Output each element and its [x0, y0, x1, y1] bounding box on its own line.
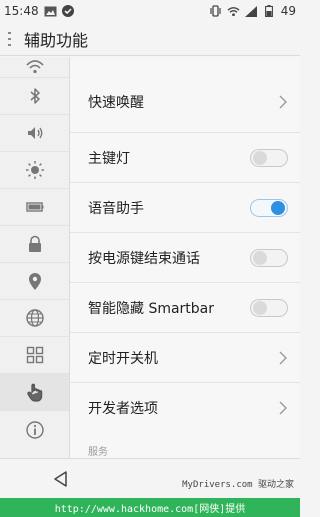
watermark-mydrivers: MyDrivers.com 驱动之家	[182, 480, 294, 490]
chevron-right-icon	[279, 401, 287, 415]
wifi-icon	[25, 60, 44, 74]
section-header-services: 服务	[88, 447, 108, 458]
sound-icon	[27, 127, 42, 139]
battery-icon	[25, 202, 43, 212]
smartbar-autohide-toggle[interactable]	[250, 298, 288, 317]
sidebar-item-location[interactable]	[0, 263, 69, 300]
page-title: 辅助功能	[24, 30, 89, 50]
sidebar-item-accessibility[interactable]	[0, 374, 69, 411]
row-power-end-call: 按电源键结束通话	[70, 233, 300, 283]
lock-icon	[28, 235, 41, 252]
drawer-handle-icon[interactable]	[6, 30, 20, 48]
sidebar-item-sound[interactable]	[0, 115, 69, 152]
sidebar-item-wifi[interactable]	[0, 57, 69, 78]
back-icon[interactable]	[52, 470, 70, 488]
location-icon	[28, 273, 41, 290]
battery-level: 49	[280, 4, 296, 18]
bluetooth-icon	[30, 88, 40, 104]
globe-icon	[25, 309, 44, 327]
row-smartbar-autohide: 智能隐藏 Smartbar	[70, 283, 300, 333]
apps-grid-icon	[26, 346, 43, 364]
power-end-call-toggle[interactable]	[250, 248, 288, 267]
chevron-right-icon	[279, 95, 287, 108]
sidebar	[0, 57, 70, 458]
row-quick-wake[interactable]: 快速唤醒	[70, 57, 300, 133]
row-scheduled-power[interactable]: 定时开关机	[70, 333, 300, 383]
status-bar: 15:48 49	[0, 0, 300, 22]
image-icon	[44, 5, 57, 18]
row-label: 定时开关机	[88, 350, 158, 367]
row-label: 主键灯	[88, 150, 130, 167]
check-circle-icon	[62, 5, 75, 18]
watermark-bar: http://www.hackhome.com[网侠]提供	[0, 498, 300, 517]
sidebar-item-apps[interactable]	[0, 337, 69, 374]
battery-icon	[263, 5, 276, 18]
home-key-light-toggle[interactable]	[250, 148, 288, 167]
voice-assistant-toggle[interactable]	[250, 198, 288, 217]
sidebar-item-bluetooth[interactable]	[0, 78, 69, 115]
sidebar-item-brightness[interactable]	[0, 152, 69, 189]
watermark-hackhome: http://www.hackhome.com[网侠]提供	[54, 504, 246, 515]
title-bar: 辅助功能	[0, 22, 300, 56]
status-time: 15:48	[4, 4, 39, 18]
sidebar-item-security[interactable]	[0, 226, 69, 263]
info-icon	[25, 420, 44, 439]
sidebar-item-language[interactable]	[0, 300, 69, 337]
row-label: 智能隐藏 Smartbar	[88, 300, 215, 317]
brightness-icon	[25, 161, 44, 179]
signal-icon	[245, 5, 258, 18]
hand-icon	[26, 383, 42, 402]
vibrate-icon	[209, 5, 222, 18]
row-label: 语音助手	[88, 200, 144, 217]
settings-list: 快速唤醒 主键灯 语音助手 按电源键结束通话 智能隐藏 Smartbar 定时开…	[70, 57, 300, 465]
chevron-right-icon	[279, 351, 287, 364]
row-label: 按电源键结束通话	[88, 250, 200, 267]
row-developer-options[interactable]: 开发者选项	[70, 383, 300, 433]
row-voice-assistant: 语音助手	[70, 183, 300, 233]
row-label: 快速唤醒	[88, 94, 144, 111]
row-home-key-light: 主键灯	[70, 133, 300, 183]
sidebar-item-about[interactable]	[0, 411, 69, 448]
row-label: 开发者选项	[88, 401, 158, 417]
sidebar-item-battery[interactable]	[0, 189, 69, 226]
wifi-icon	[227, 5, 240, 18]
